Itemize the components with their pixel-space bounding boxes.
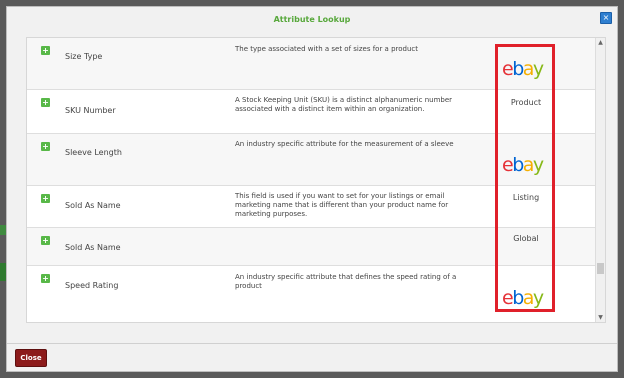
close-button[interactable]: Close [15, 349, 47, 367]
ebay-column-highlight [495, 44, 555, 312]
vertical-scrollbar[interactable]: ▲ ▼ [595, 38, 605, 322]
attribute-table: + Size Type The type associated with a s… [26, 37, 606, 323]
add-attribute-icon[interactable]: + [41, 142, 50, 151]
scroll-down-icon[interactable]: ▼ [596, 313, 605, 322]
attribute-lookup-dialog: Attribute Lookup × + Size Type The type … [6, 6, 618, 372]
scroll-up-icon[interactable]: ▲ [596, 38, 605, 47]
close-icon[interactable]: × [600, 12, 612, 24]
attribute-description: A Stock Keeping Unit (SKU) is a distinct… [235, 96, 453, 113]
scroll-thumb[interactable] [597, 263, 604, 274]
add-attribute-icon[interactable]: + [41, 98, 50, 107]
attribute-name: Sold As Name [65, 201, 121, 210]
attribute-name: Speed Rating [65, 281, 119, 290]
attribute-name: Sold As Name [65, 243, 121, 252]
attribute-description: This field is used if you want to set fo… [235, 192, 449, 218]
attribute-name: Size Type [65, 52, 103, 61]
add-attribute-icon[interactable]: + [41, 194, 50, 203]
attribute-description: An industry specific attribute that defi… [235, 273, 457, 290]
add-attribute-icon[interactable]: + [41, 46, 50, 55]
attribute-name: Sleeve Length [65, 148, 122, 157]
dialog-titlebar: Attribute Lookup [7, 7, 617, 31]
attribute-name: SKU Number [65, 106, 116, 115]
attribute-description: An industry specific attribute for the m… [235, 140, 454, 148]
dialog-title: Attribute Lookup [273, 14, 351, 24]
add-attribute-icon[interactable]: + [41, 274, 50, 283]
footer-divider [7, 343, 617, 344]
add-attribute-icon[interactable]: + [41, 236, 50, 245]
attribute-description: The type associated with a set of sizes … [235, 45, 418, 53]
